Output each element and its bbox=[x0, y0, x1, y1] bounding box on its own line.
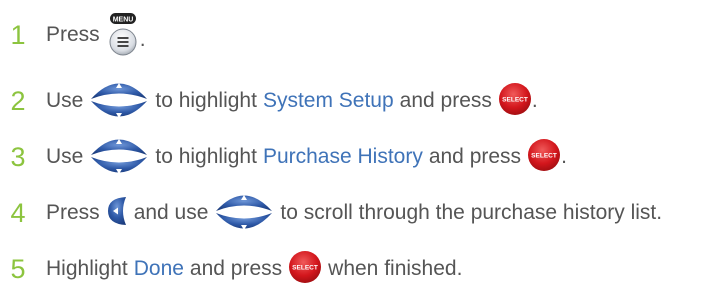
step-text: Use bbox=[46, 89, 84, 112]
step-1: 1 Press MENU . bbox=[0, 10, 146, 60]
step-3: 3 Use to highlight Purchase History and … bbox=[0, 132, 567, 182]
step-text: to highlight bbox=[155, 145, 257, 168]
step-number: 2 bbox=[10, 85, 26, 116]
step-2: 2 Use to highlight System Setup and pres… bbox=[0, 76, 538, 126]
menu-label: MENU bbox=[112, 17, 133, 24]
step-text: and press bbox=[399, 89, 492, 112]
highlight-term: System Setup bbox=[262, 89, 394, 112]
up-down-arrows-icon bbox=[89, 130, 149, 185]
select-button-icon: SELECT bbox=[498, 82, 532, 121]
select-label: SELECT bbox=[292, 264, 318, 271]
step-text: Press bbox=[46, 201, 100, 224]
step-text: and use bbox=[133, 201, 209, 224]
up-down-arrows-icon bbox=[214, 186, 274, 241]
step-number: 5 bbox=[10, 253, 26, 284]
select-label: SELECT bbox=[502, 96, 528, 103]
menu-button-icon: MENU bbox=[106, 13, 140, 57]
step-text: to highlight bbox=[155, 89, 257, 112]
step-text: and press bbox=[189, 257, 283, 280]
step-5: 5 Highlight Done and press SELECT when f… bbox=[0, 244, 462, 294]
step-number: 3 bbox=[10, 141, 26, 172]
select-button-icon: SELECT bbox=[527, 138, 561, 177]
left-arrow-button-icon bbox=[106, 196, 128, 231]
select-label: SELECT bbox=[531, 152, 557, 159]
step-text: Highlight bbox=[46, 257, 128, 280]
step-text: Press bbox=[46, 23, 100, 46]
step-4: 4 Press and use to scroll through the pu… bbox=[0, 188, 662, 238]
highlight-term: Purchase History bbox=[262, 145, 423, 168]
step-text: to scroll through the purchase history l… bbox=[280, 201, 663, 224]
step-text: . bbox=[139, 28, 146, 51]
step-text: . bbox=[531, 89, 538, 112]
step-number: 4 bbox=[10, 197, 26, 228]
step-text: when finished. bbox=[328, 257, 463, 280]
step-number: 1 bbox=[10, 19, 26, 50]
step-text: and press bbox=[428, 145, 522, 168]
select-button-icon: SELECT bbox=[288, 250, 322, 289]
highlight-term: Done bbox=[133, 257, 184, 280]
up-down-arrows-icon bbox=[89, 74, 149, 129]
step-text: . bbox=[561, 145, 567, 168]
step-text: Use bbox=[46, 145, 84, 168]
